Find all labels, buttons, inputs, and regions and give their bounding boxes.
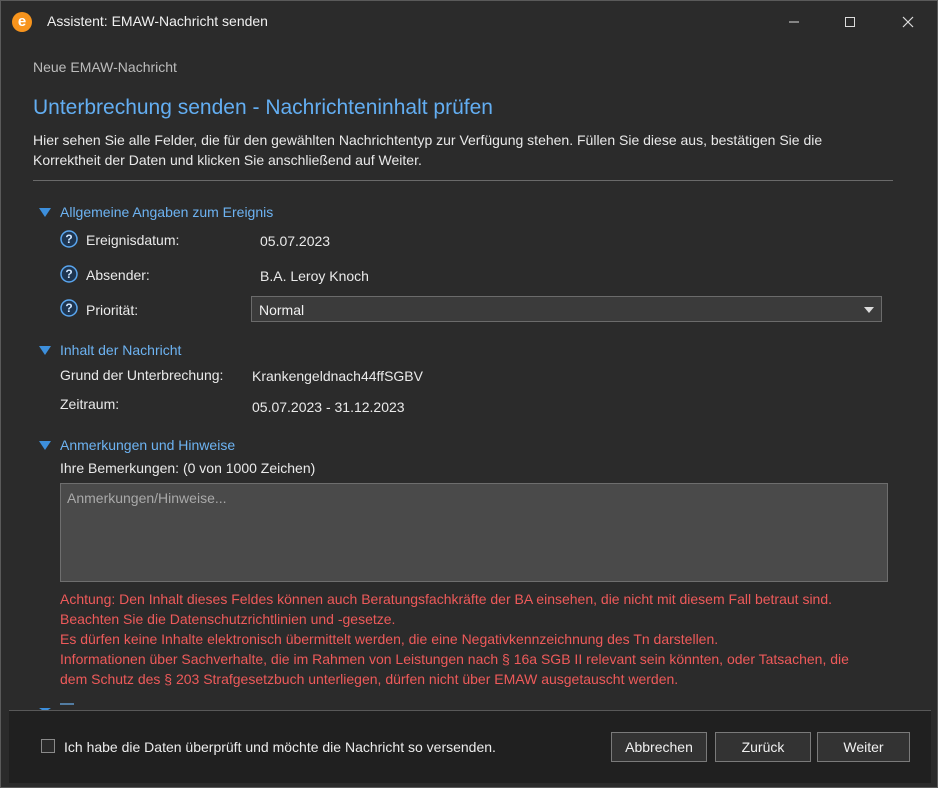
collapse-triangle-icon [39,345,51,355]
intro-line: Hier sehen Sie alle Felder, die für den … [33,132,823,148]
event-date-value: 05.07.2023 [260,233,331,249]
remarks-label: Ihre Bemerkungen: (0 von 1000 Zeichen) [60,460,316,476]
section-title: Inhalt der Nachricht [60,342,182,358]
section-content-header[interactable]: Inhalt der Nachricht [39,342,181,358]
section-title: Anmerkungen und Hinweise [60,437,236,453]
svg-text:?: ? [65,301,72,315]
maximize-icon [845,17,855,27]
priority-label: Priorität: [86,302,139,318]
warning-line: Informationen über Sachverhalte, die im … [60,651,849,667]
svg-text:?: ? [65,232,72,246]
section-remarks-header[interactable]: Anmerkungen und Hinweise [39,437,235,453]
back-button[interactable]: Zurück [715,732,811,762]
help-icon[interactable]: ? [60,299,78,317]
period-value: 05.07.2023 - 31.12.2023 [252,399,405,415]
warning-line: Beachten Sie die Datenschutzrichtlinien … [60,611,396,627]
wizard-subtitle: Neue EMAW-Nachricht [33,59,177,75]
collapse-triangle-icon [39,207,51,217]
title-bar[interactable]: e Assistent: EMAW-Nachricht senden [1,1,937,43]
header-divider [33,180,893,181]
warning-line: Achtung: Den Inhalt dieses Feldes können… [60,591,833,607]
priority-selected-value: Normal [259,302,305,318]
privacy-warning: Achtung: Den Inhalt dieses Feldes können… [60,589,900,689]
section-general-header[interactable]: Allgemeine Angaben zum Ereignis [39,204,273,220]
warning-line: dem Schutz des § 203 Strafgesetzbuch unt… [60,671,679,687]
remarks-textarea[interactable] [60,483,888,582]
intro-text: Hier sehen Sie alle Felder, die für den … [33,130,893,170]
next-button[interactable]: Weiter [817,732,910,762]
collapse-triangle-icon [39,440,51,450]
minimize-button[interactable] [779,8,809,36]
app-logo-letter: e [17,13,27,30]
help-icon[interactable]: ? [60,230,78,248]
cancel-button[interactable]: Abbrechen [611,732,707,762]
close-button[interactable] [893,8,923,36]
minimize-icon [789,21,799,23]
event-date-label: Ereignisdatum: [86,232,180,248]
warning-line: Es dürfen keine Inhalte elektronisch übe… [60,631,719,647]
confirm-label[interactable]: Ich habe die Daten überprüft und möchte … [64,739,496,755]
reason-value: Krankengeldnach44ffSGBV [252,368,423,384]
help-icon[interactable]: ? [60,265,78,283]
confirm-checkbox[interactable] [41,739,55,753]
svg-text:?: ? [65,267,72,281]
sender-value: B.A. Leroy Knoch [260,268,369,284]
sender-label: Absender: [86,267,150,283]
page-title: Unterbrechung senden - Nachrichteninhalt… [33,96,493,119]
dialog-footer: Ich habe die Daten überprüft und möchte … [9,710,931,783]
dialog-window: e Assistent: EMAW-Nachricht senden Neue … [0,0,938,788]
priority-select[interactable]: Normal [251,296,882,322]
reason-label: Grund der Unterbrechung: [60,367,224,383]
window-title: Assistent: EMAW-Nachricht senden [47,13,268,29]
intro-line: Korrektheit der Daten und klicken Sie an… [33,152,422,168]
close-icon [902,16,914,28]
chevron-down-icon [864,307,874,313]
app-logo-icon: e [12,12,32,32]
period-label: Zeitraum: [60,396,120,412]
section-title: Allgemeine Angaben zum Ereignis [60,204,274,220]
maximize-button[interactable] [835,8,865,36]
